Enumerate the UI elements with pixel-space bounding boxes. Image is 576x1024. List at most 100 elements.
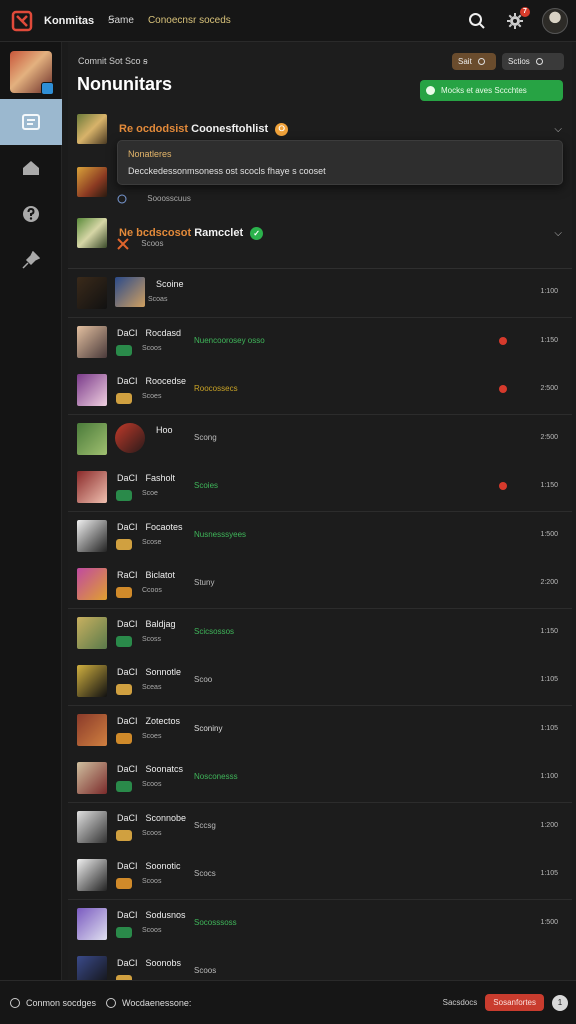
main-panel: Comnit Sot Sco ꞩ Nonunitars Sait Sctios … bbox=[68, 42, 572, 997]
settings-gear-icon[interactable]: 7 bbox=[504, 6, 530, 32]
tooltip-popover: Nonatleres Decckedessonmsoness ost scocl… bbox=[117, 140, 563, 185]
row-prefix: DaCI bbox=[117, 376, 138, 386]
row-tag-icon bbox=[116, 538, 132, 550]
filter-pill-2-label: Sctios bbox=[508, 57, 530, 66]
nav-link-game[interactable]: Ꞩame bbox=[108, 15, 134, 26]
row-value: 1:200 bbox=[540, 821, 558, 829]
row-tag-icon bbox=[116, 732, 132, 744]
sidebar-item-home[interactable] bbox=[0, 145, 62, 191]
row-sub: Scoos bbox=[142, 878, 162, 885]
row-name-text: Soonotic bbox=[145, 861, 181, 871]
row-name-text: Zotectos bbox=[145, 715, 181, 726]
tooltip-title: Nonatleres bbox=[128, 149, 172, 159]
row-status: Sccsg bbox=[194, 820, 216, 830]
group-3-meta: Scoos bbox=[117, 238, 163, 250]
row-prefix: DaCI bbox=[117, 521, 138, 532]
row-name: DaCI Zotectos bbox=[117, 716, 180, 726]
row-tag-icon bbox=[116, 926, 132, 938]
table-row[interactable]: DaCI Focaotes Scose Nusnesssyees 1:500 bbox=[68, 511, 572, 561]
row-name: DaCI Sodusnos bbox=[117, 910, 186, 920]
row-name-text: Scoine bbox=[156, 279, 184, 289]
row-value: 1:150 bbox=[540, 336, 558, 344]
filter-pill-2[interactable]: Sctios bbox=[502, 53, 564, 70]
row-value: 2:500 bbox=[540, 433, 558, 441]
profile-avatar[interactable] bbox=[9, 51, 54, 95]
row-name-text: Focaotes bbox=[145, 521, 183, 532]
row-prefix: DaCI bbox=[117, 327, 138, 338]
footer-link-2[interactable]: Wocdaenessone: bbox=[106, 997, 191, 1008]
table-row[interactable]: DaCI Sonnotle Sceas Scoo 1:105 bbox=[68, 657, 572, 706]
search-icon[interactable] bbox=[466, 10, 488, 32]
footer-link-1-label: Conmon socdges bbox=[26, 997, 97, 1008]
emoji-badge-icon: ⭘ bbox=[275, 122, 289, 136]
group-2-meta: Sooosscuus bbox=[117, 194, 191, 204]
user-avatar[interactable] bbox=[542, 7, 568, 34]
radio-icon bbox=[477, 58, 485, 65]
chevron-down-icon[interactable]: ⌵ bbox=[554, 228, 562, 239]
footer-link-1[interactable]: Conmon socdges bbox=[10, 997, 97, 1008]
table-row[interactable]: DaCI Zotectos Scoes Sconiny 1:105 bbox=[68, 705, 572, 755]
table-row[interactable]: Scoine Scoas 1:100 bbox=[68, 269, 572, 318]
primary-action-button[interactable]: Mocks et aves Sccchtes bbox=[420, 80, 563, 101]
sidebar-item-list[interactable] bbox=[0, 99, 62, 145]
footer-action-button[interactable]: Sosanfortes bbox=[485, 994, 544, 1011]
pin-icon bbox=[22, 251, 40, 269]
row-tag-icon bbox=[116, 635, 132, 647]
check-badge-icon: ✓ bbox=[250, 226, 264, 240]
table-row[interactable]: DaCI Sconnobe Scoos Sccsg 1:200 bbox=[68, 802, 572, 852]
table-row[interactable]: DaCI Baldjag Scoss Scicsossos 1:150 bbox=[68, 608, 572, 658]
row-value: 1:105 bbox=[540, 676, 558, 683]
members-table: Scoine Scoas 1:100 DaCI Rocdasd Scoos Nuencoor… bbox=[68, 268, 572, 997]
row-prefix: DaCI bbox=[117, 715, 138, 726]
nav-link-connections[interactable]: Conoecnsr soceds bbox=[148, 15, 231, 26]
row-thumbnail bbox=[77, 907, 107, 940]
row-thumbnail bbox=[77, 665, 107, 697]
row-thumbnail bbox=[77, 422, 107, 455]
row-value: 1:150 bbox=[540, 482, 558, 489]
row-value: 1:500 bbox=[540, 530, 558, 538]
table-row[interactable]: DaCI Roocedse Scoes Roocossecs 2:500 bbox=[68, 366, 572, 415]
row-prefix: RaCI bbox=[117, 570, 138, 580]
chevron-down-icon[interactable]: ⌵ bbox=[554, 124, 562, 135]
table-row[interactable]: DaCI Soonatcs Scoos Nosconesss 1:100 bbox=[68, 754, 572, 803]
group-title-highlight: Re ocdodsist bbox=[119, 123, 189, 135]
table-row[interactable]: DaCI Rocdasd Scoos Nuencoorosey osso 1:150 bbox=[68, 317, 572, 367]
breadcrumb[interactable]: Comnit Sot Sco ꞩ bbox=[78, 56, 148, 67]
table-row[interactable]: DaCI Fasholt Scoe Scoies 1:150 bbox=[68, 463, 572, 512]
row-status: Nosconesss bbox=[194, 772, 238, 781]
row-tag-icon bbox=[116, 878, 132, 889]
sidebar-item-pin[interactable] bbox=[0, 237, 62, 283]
row-name: Hoo bbox=[148, 425, 173, 435]
cross-swords-icon bbox=[117, 238, 129, 250]
row-tag-icon bbox=[116, 393, 132, 404]
row-name: DaCI Fasholt bbox=[117, 473, 175, 483]
row-name: DaCI Focaotes bbox=[117, 522, 183, 532]
row-value: 1:150 bbox=[540, 627, 558, 635]
row-status: Scoo bbox=[194, 675, 213, 684]
table-row[interactable]: DaCI Soonotic Scoos Scocs 1:105 bbox=[68, 851, 572, 900]
row-value: 1:100 bbox=[540, 288, 558, 295]
sidebar-item-help[interactable] bbox=[0, 191, 62, 237]
table-row[interactable]: Hoo Scong 2:500 bbox=[68, 414, 572, 464]
footer-count-badge[interactable]: 1 bbox=[552, 994, 568, 1011]
row-status: Nusnesssyees bbox=[194, 529, 247, 539]
row-name: RaCI Biclatot bbox=[117, 570, 175, 580]
group-title-rest: Coonesftohlist bbox=[188, 123, 269, 135]
row-avatar bbox=[115, 277, 145, 307]
table-row[interactable]: RaCI Biclatot Ccoos Stuny 2:200 bbox=[68, 560, 572, 609]
radio-icon bbox=[535, 58, 543, 65]
row-status: Sconiny bbox=[194, 723, 223, 733]
primary-action-label: Mocks et aves Sccchtes bbox=[441, 86, 527, 95]
row-prefix: DaCI bbox=[117, 764, 138, 774]
filter-pill-1[interactable]: Sait bbox=[452, 53, 496, 70]
row-value: 1:500 bbox=[540, 918, 558, 926]
app-logo-icon[interactable] bbox=[10, 9, 34, 33]
row-name: DaCI Soonatcs bbox=[117, 764, 183, 774]
row-name-text: Sonnotle bbox=[145, 667, 182, 677]
row-name-text: Sodusnos bbox=[145, 909, 186, 920]
row-name: DaCI Sconnobe bbox=[117, 813, 186, 823]
row-thumbnail bbox=[77, 325, 107, 358]
row-prefix: DaCI bbox=[117, 812, 138, 823]
row-thumbnail bbox=[77, 713, 107, 746]
table-row[interactable]: DaCI Sodusnos Scoos Socosssoss 1:500 bbox=[68, 899, 572, 949]
